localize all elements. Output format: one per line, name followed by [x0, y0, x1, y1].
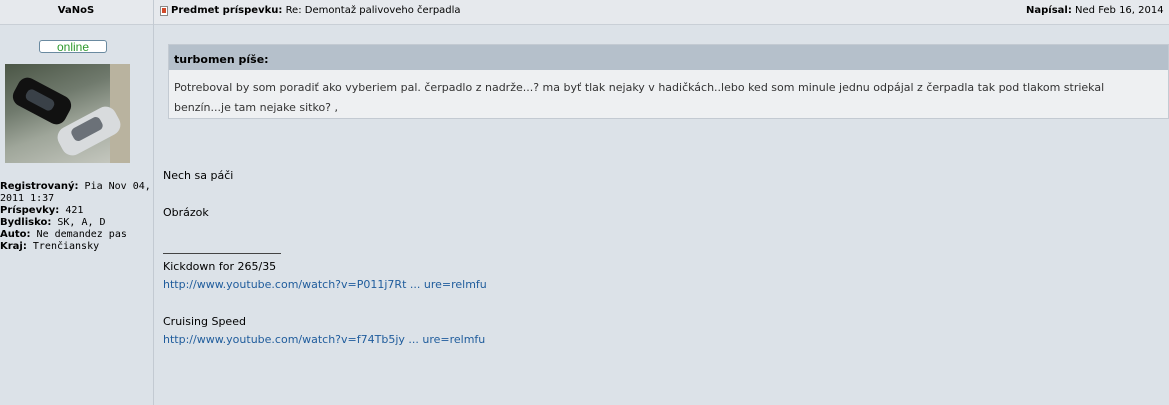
youtube-link-1[interactable]: http://www.youtube.com/watch?v=P011j7Rt … [163, 278, 487, 291]
author-name[interactable]: VaNoS [0, 5, 152, 16]
signature-link-2[interactable]: http://www.youtube.com/watch?v=f74Tb5jy … [163, 333, 485, 346]
column-divider [153, 0, 154, 405]
quote-block: turbomen píše: Potreboval by som poradiť… [168, 44, 1169, 119]
youtube-link-2[interactable]: http://www.youtube.com/watch?v=f74Tb5jy … [163, 333, 485, 346]
posted-info: Napísal: Ned Feb 16, 2014 [1026, 5, 1164, 16]
profile-details: Registrovaný: Pia Nov 04, 2011 1:37 Prís… [0, 181, 152, 253]
quote-text: Potreboval by som poradiť ako vyberiem p… [174, 81, 1105, 114]
quote-header: turbomen píše: [169, 45, 1168, 70]
signature-label-2: Cruising Speed [163, 315, 246, 328]
profile-car: Auto: Ne demandez pas [0, 229, 127, 240]
post-body-image-label: Obrázok [163, 206, 209, 219]
profile-posts: Príspevky: 421 [0, 205, 84, 216]
post-subject: Predmet príspevku: Re: Demontaž palivove… [171, 5, 461, 16]
post-body-line: Nech sa páči [163, 169, 234, 182]
posted-date: Ned Feb 16, 2014 [1075, 5, 1164, 16]
avatar [5, 64, 130, 163]
profile-region: Kraj: Trenčiansky [0, 241, 100, 252]
posted-label: Napísal: [1026, 5, 1072, 16]
signature-label-1: Kickdown for 265/35 [163, 260, 277, 273]
profile-registered: Registrovaný: Pia Nov 04, 2011 1:37 [0, 181, 151, 204]
signature-divider [163, 253, 281, 254]
post-icon[interactable] [160, 6, 168, 16]
profile-location: Bydlisko: SK, A, D [0, 217, 106, 228]
subject-label: Predmet príspevku: [171, 5, 283, 16]
post-header: VaNoS Predmet príspevku: Re: Demontaž pa… [0, 0, 1169, 25]
subject-text: Re: Demontaž palivoveho čerpadla [285, 5, 461, 16]
signature-link-1[interactable]: http://www.youtube.com/watch?v=P011j7Rt … [163, 278, 487, 291]
online-status-badge: online [39, 40, 107, 54]
quote-author: turbomen píše: [174, 53, 269, 66]
